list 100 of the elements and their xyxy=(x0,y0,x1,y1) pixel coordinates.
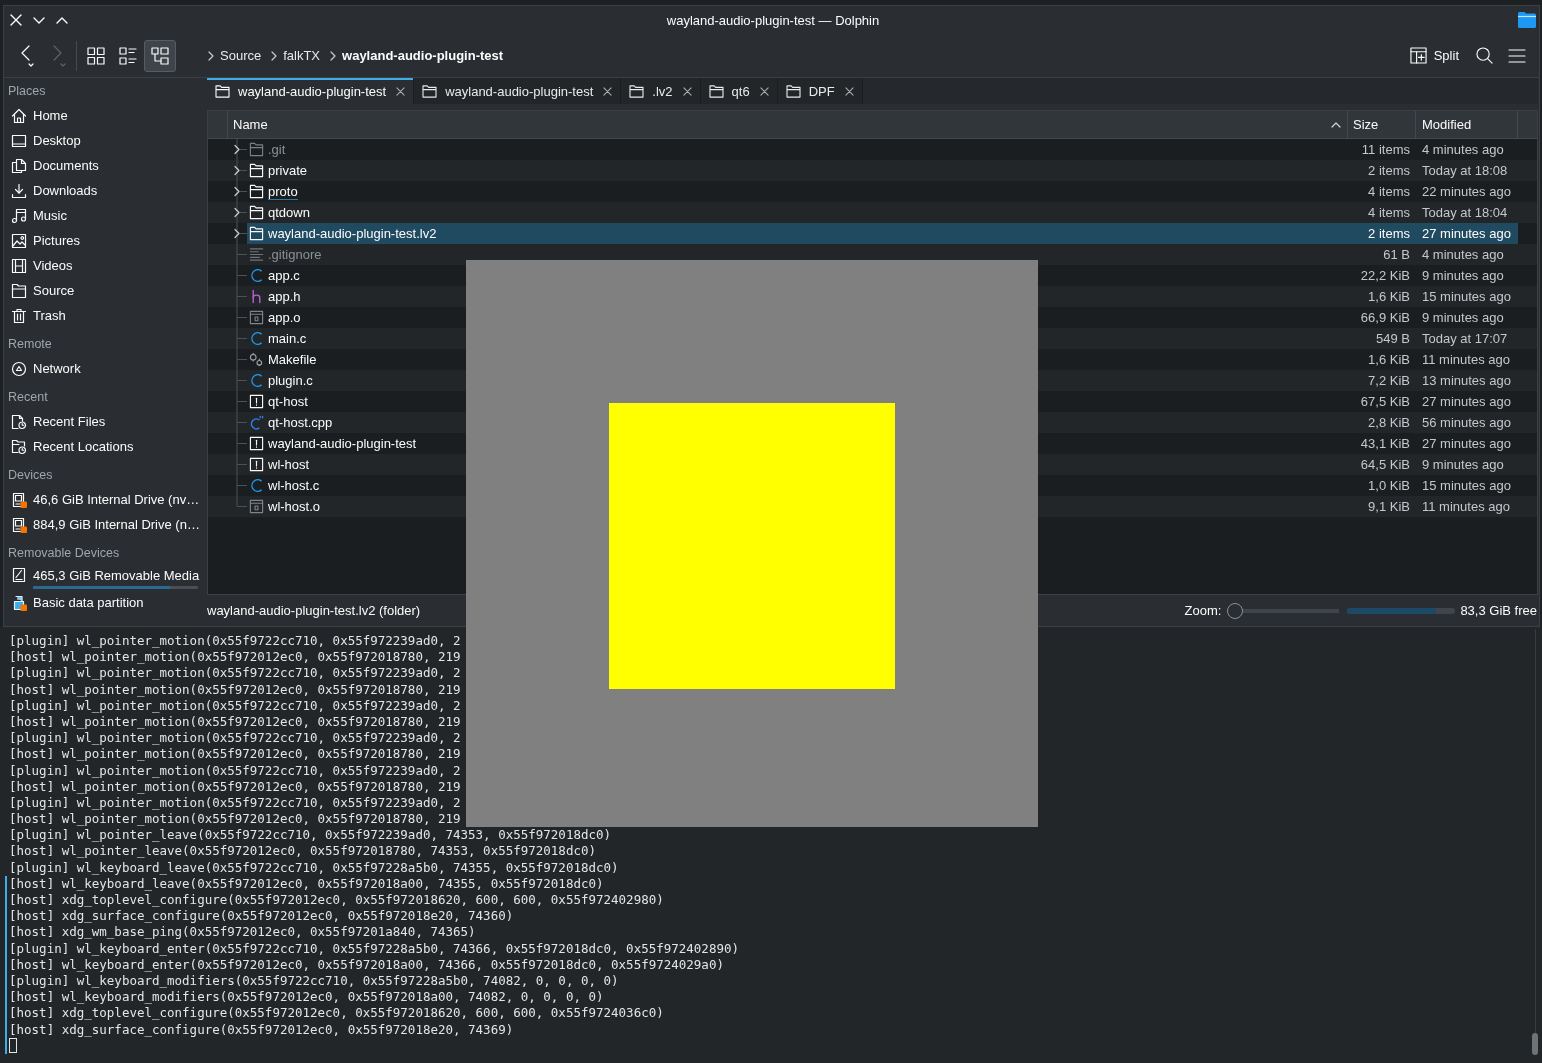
file-row[interactable]: qtdown 4 items Today at 18:04 xyxy=(208,202,1537,223)
file-size: 22,2 KiB xyxy=(1360,268,1410,283)
modified-time: 11 minutes ago xyxy=(1422,499,1510,514)
film-strip-icon xyxy=(11,257,27,274)
scrollbar-track[interactable] xyxy=(1532,629,1538,1055)
object-file-icon xyxy=(249,310,264,325)
terminal-line: [host] wl_pointer_motion(0x55f972012ec0, 0x55f972018780, 219 xyxy=(8,713,461,731)
file-name: Makefile xyxy=(268,351,317,368)
modified-time: 27 minutes ago xyxy=(1422,226,1511,241)
sidebar-section-title: Removable Devices xyxy=(7,545,121,562)
split-button[interactable]: Split xyxy=(1406,45,1462,66)
file-size: 4 items xyxy=(1368,205,1410,220)
tree-branch-line xyxy=(233,433,247,454)
terminal-line: [host] xdg_surface_configure(0x55f972012ec0, 0x55f972018e20, 74369) xyxy=(5,1021,514,1038)
compact-view-icon xyxy=(119,46,137,65)
network-icon xyxy=(11,360,27,377)
sidebar-item[interactable]: Recent Locations xyxy=(4,434,205,459)
sidebar-item[interactable]: Desktop xyxy=(4,128,205,153)
folder-icon xyxy=(249,142,264,157)
executable-file-icon xyxy=(249,436,264,451)
sidebar-item[interactable]: 46,6 GiB Internal Drive (nv… xyxy=(4,487,205,512)
modified-time: 9 minutes ago xyxy=(1422,457,1504,472)
file-name: qtdown xyxy=(268,204,310,221)
file-name: wl-host xyxy=(268,456,310,473)
tree-branch-line xyxy=(233,349,247,370)
view-mode-button[interactable] xyxy=(144,39,176,72)
terminal-line: [plugin] wl_pointer_motion(0x55f9722cc710, 0x55f972239ad0, 2 xyxy=(8,633,461,650)
modified-time: 27 minutes ago xyxy=(1422,436,1511,451)
terminal-line: [host] xdg_toplevel_configure(0x55f972012ec0, 0x55f972018620, 600, 600, 0x55f9724036c0) xyxy=(5,1005,664,1022)
sidebar-item[interactable]: Network xyxy=(4,356,205,381)
home-icon xyxy=(11,107,27,124)
sidebar-item[interactable]: Recent Files xyxy=(4,409,205,434)
close-icon[interactable] xyxy=(396,86,406,96)
close-icon[interactable] xyxy=(682,86,692,96)
menu-icon[interactable] xyxy=(1508,48,1526,63)
close-icon[interactable] xyxy=(844,86,854,96)
tab[interactable]: wayland-audio-plugin-test xyxy=(414,78,622,104)
scrollbar-thumb[interactable] xyxy=(1532,1033,1538,1055)
file-size: 2 items xyxy=(1368,226,1410,241)
file-size: 11 items xyxy=(1361,142,1410,157)
close-icon[interactable] xyxy=(759,86,769,96)
picture-icon xyxy=(11,232,27,249)
folder-icon xyxy=(629,84,645,98)
tab[interactable]: .lv2 xyxy=(621,78,701,104)
sidebar-item[interactable]: Music xyxy=(4,203,205,228)
file-name: plugin.c xyxy=(268,372,313,389)
cpp-file-icon xyxy=(249,415,264,430)
file-size: 1,6 KiB xyxy=(1368,352,1410,367)
expand-chevron-icon[interactable] xyxy=(233,181,247,202)
expand-chevron-icon[interactable] xyxy=(233,223,247,244)
expand-chevron-icon[interactable] xyxy=(233,139,247,160)
file-size: 2,8 KiB xyxy=(1368,415,1410,430)
tree-branch-line xyxy=(233,412,247,433)
back-icon[interactable] xyxy=(20,44,34,67)
column-header[interactable]: Name xyxy=(228,111,1348,138)
tab[interactable]: qt6 xyxy=(700,78,778,104)
file-row[interactable]: private 2 items Today at 18:08 xyxy=(208,160,1537,181)
sidebar-item[interactable]: Pictures xyxy=(4,228,205,253)
terminal-line: [host] wl_pointer_motion(0x55f972012ec0, 0x55f972018780, 219 xyxy=(8,778,461,795)
sidebar-item[interactable]: 884,9 GiB Internal Drive (n… xyxy=(4,512,205,537)
terminal-line: [plugin] wl_keyboard_modifiers(0x55f9722cc710, 0x55f97228a5b0, 74082, 0, 0, 0, 0) xyxy=(5,972,619,990)
expand-chevron-icon[interactable] xyxy=(233,202,247,223)
sidebar-item[interactable]: Downloads xyxy=(4,178,205,203)
maximize-icon[interactable] xyxy=(56,16,68,24)
tree-branch-line xyxy=(233,454,247,475)
breadcrumb-item[interactable]: falkTX xyxy=(283,48,321,63)
breadcrumb-item[interactable]: wayland-audio-plugin-test xyxy=(342,48,504,63)
modified-time: 56 minutes ago xyxy=(1422,415,1511,430)
sidebar-item[interactable]: Home xyxy=(4,103,205,128)
sidebar-item[interactable]: Videos xyxy=(4,253,205,278)
file-size: 1,0 KiB xyxy=(1368,478,1410,493)
window-title: wayland-audio-plugin-test — Dolphin xyxy=(666,12,880,28)
sidebar-item[interactable]: Basic data partition xyxy=(4,590,205,615)
breadcrumb-item[interactable]: Source xyxy=(220,48,262,63)
file-size: 61 B xyxy=(1383,247,1410,262)
folder-icon xyxy=(249,205,264,220)
sidebar-item[interactable]: 465,3 GiB Removable Media xyxy=(4,565,205,585)
folder-icon xyxy=(215,84,230,98)
sidebar-item[interactable]: Documents xyxy=(4,153,205,178)
slider-thumb[interactable] xyxy=(1227,602,1244,619)
column-header[interactable]: Modified xyxy=(1416,111,1518,138)
tab[interactable]: DPF xyxy=(777,78,863,104)
search-icon[interactable] xyxy=(1476,47,1493,64)
status-text: wayland-audio-plugin-test.lv2 (folder) xyxy=(207,603,421,618)
file-name: app.h xyxy=(268,288,301,305)
close-icon[interactable] xyxy=(603,86,613,96)
c-file-icon xyxy=(249,331,264,346)
expand-chevron-icon[interactable] xyxy=(233,160,247,181)
sidebar-item[interactable]: Source xyxy=(4,278,205,303)
folder-icon xyxy=(11,282,27,299)
tab[interactable]: wayland-audio-plugin-test xyxy=(207,78,415,104)
minimize-icon[interactable] xyxy=(33,16,45,24)
file-name: qt-host.cpp xyxy=(268,414,333,431)
column-header[interactable]: Size xyxy=(1348,111,1416,138)
terminal-line: [plugin] wl_pointer_motion(0x55f9722cc710, 0x55f972239ad0, 2 xyxy=(8,762,461,779)
trash-icon xyxy=(11,307,27,324)
folder-icon xyxy=(785,84,801,98)
sidebar-item[interactable]: Trash xyxy=(4,303,205,328)
free-space-text: 83,3 GiB free xyxy=(1460,603,1537,618)
music-note-icon xyxy=(11,207,27,224)
